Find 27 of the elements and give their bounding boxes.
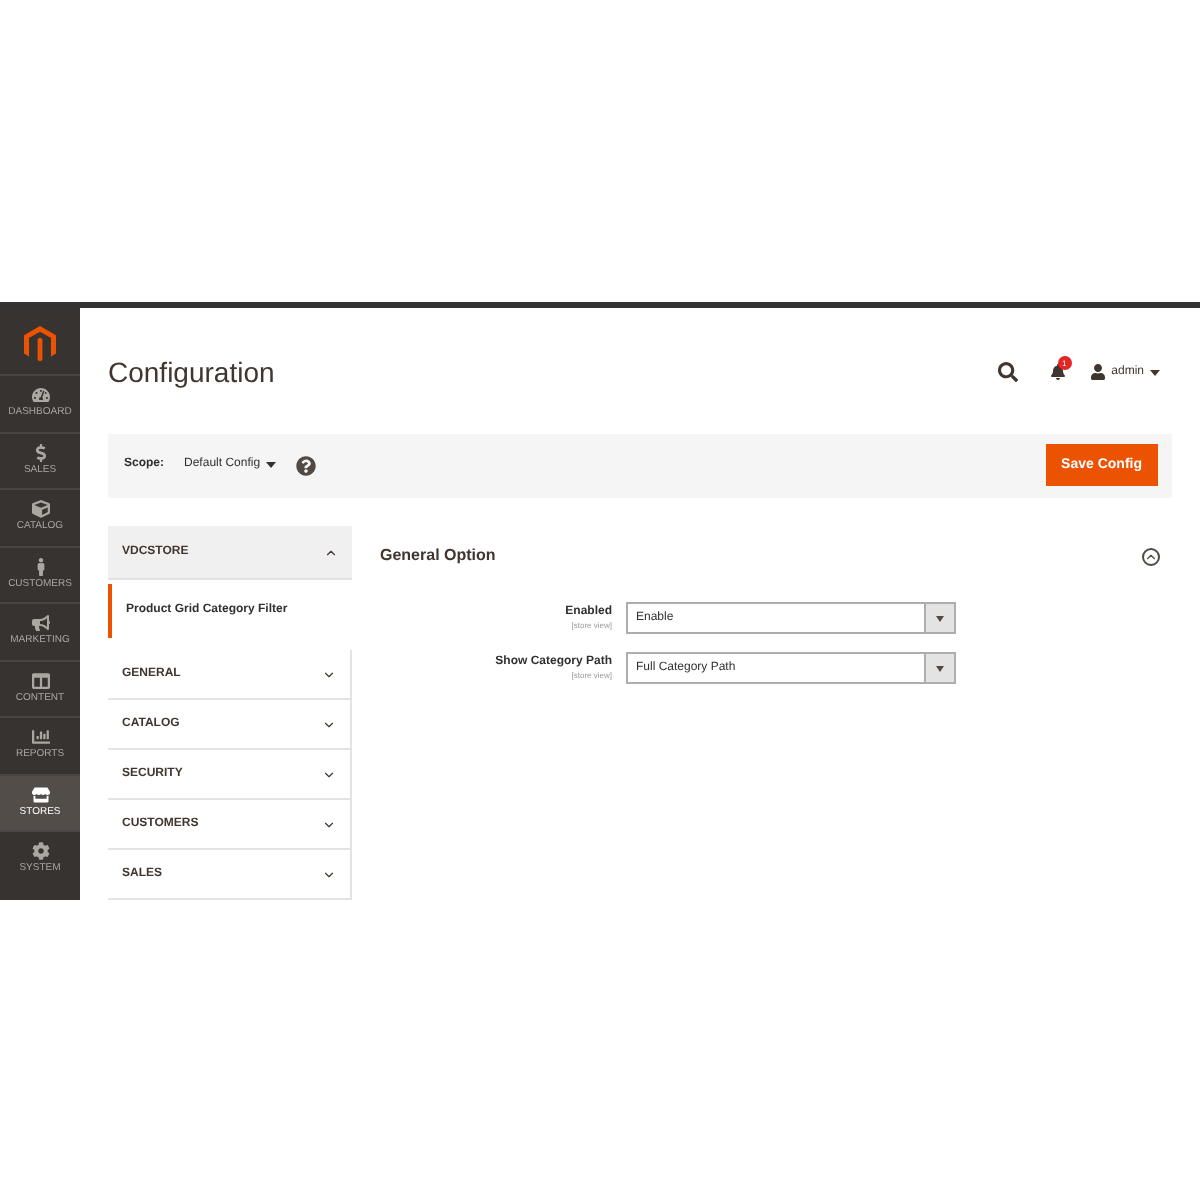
user-icon xyxy=(1089,364,1106,381)
bar-chart-icon xyxy=(31,728,49,747)
search-icon xyxy=(997,362,1018,383)
dollar-icon xyxy=(31,443,49,462)
chevron-down-icon xyxy=(322,717,336,731)
caret-icon xyxy=(1150,369,1160,376)
caret-icon xyxy=(936,665,944,671)
box-icon xyxy=(31,500,49,519)
chevron-down-icon xyxy=(322,767,336,781)
bell-icon xyxy=(1049,364,1066,381)
chevron-down-icon xyxy=(322,667,336,681)
gear-icon xyxy=(31,842,49,861)
layout-icon xyxy=(31,671,49,690)
logo-icon xyxy=(24,326,56,362)
help-icon[interactable] xyxy=(296,455,317,476)
gauge-icon xyxy=(31,386,49,405)
caret-icon xyxy=(936,615,944,621)
megaphone-icon xyxy=(31,614,49,633)
page-title: Configuration xyxy=(108,353,277,392)
chevron-down-icon xyxy=(322,817,336,831)
section-header[interactable]: General Option xyxy=(380,526,1172,586)
search-button[interactable] xyxy=(997,362,1018,383)
store-icon xyxy=(31,785,49,804)
chevron-up-icon xyxy=(324,545,338,559)
collapse-icon xyxy=(1142,547,1160,565)
chevron-down-icon xyxy=(322,867,336,881)
caret-icon xyxy=(266,462,277,469)
